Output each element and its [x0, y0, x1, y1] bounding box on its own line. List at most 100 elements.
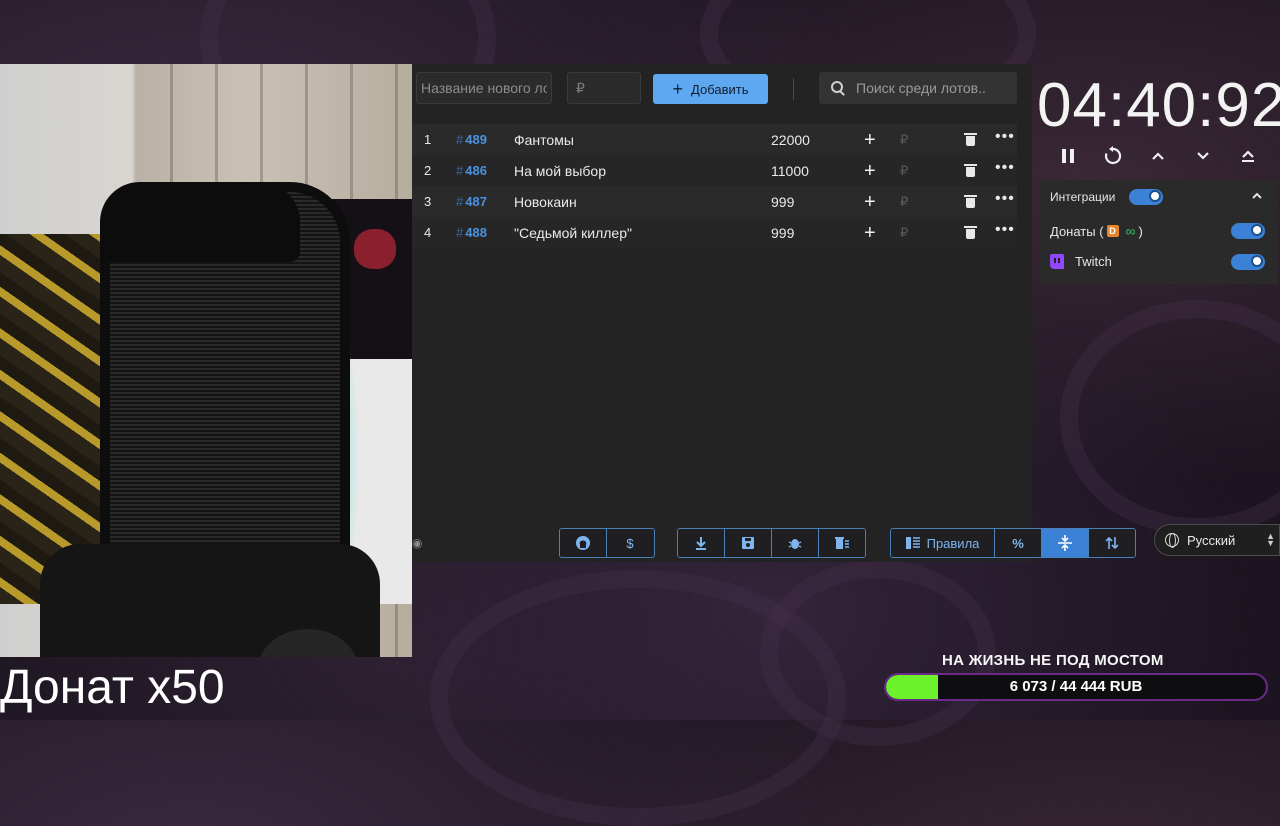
donate-caption: Донат x50 [0, 661, 225, 714]
add-lot-button[interactable]: + Добавить [653, 74, 768, 104]
twitch-integration: Twitch [1050, 254, 1112, 269]
lot-row: 2 #486 На мой выбор 11000 + ₽ ••• [412, 155, 1017, 186]
twitch-toggle[interactable] [1231, 254, 1265, 270]
dollar-icon: $ [626, 535, 634, 551]
collapse-chevron-icon[interactable] [1251, 188, 1263, 202]
lot-title[interactable]: На мой выбор [514, 163, 606, 179]
lot-id[interactable]: #487 [456, 194, 487, 209]
bug-report-button[interactable] [772, 529, 819, 557]
lot-title[interactable]: "Седьмой киллер" [514, 225, 632, 241]
more-options-icon[interactable]: ••• [995, 222, 1015, 238]
new-lot-amount-input[interactable] [567, 72, 641, 104]
lot-id-value: 488 [465, 225, 487, 240]
background-rose [1060, 300, 1280, 536]
trash-icon[interactable] [964, 133, 977, 146]
lot-amount[interactable]: 11000 [771, 163, 809, 179]
hash-icon: # [456, 225, 464, 240]
lot-list: 1 #489 Фантомы 22000 + ₽ ••• 2 #486 На м… [412, 124, 1017, 248]
lot-number: 2 [424, 163, 432, 178]
lot-amount[interactable]: 999 [771, 194, 794, 210]
more-options-icon[interactable]: ••• [995, 160, 1015, 176]
auction-panel: + Добавить 1 #489 Фантомы 22000 + ₽ ••• … [412, 64, 1032, 562]
toolbar-view: Правила % [890, 528, 1136, 558]
donations-label: Донаты ( [1050, 223, 1104, 239]
add-amount-button[interactable]: + [864, 130, 876, 150]
trash-icon[interactable] [964, 164, 977, 177]
add-amount-button[interactable]: + [864, 161, 876, 181]
goal-title: НА ЖИЗНЬ НЕ ПОД МОСТОМ [942, 652, 1164, 669]
github-button[interactable] [560, 529, 607, 557]
donationalerts-icon: D [1106, 225, 1119, 237]
add-amount-button[interactable]: + [864, 223, 876, 243]
pause-button[interactable] [1055, 142, 1081, 170]
hash-icon: # [456, 194, 464, 209]
add-amount-button[interactable]: + [864, 192, 876, 212]
reset-timer-button[interactable] [1100, 142, 1126, 170]
chevron-down-icon [1197, 152, 1209, 160]
download-icon [696, 537, 706, 550]
lot-row: 1 #489 Фантомы 22000 + ₽ ••• [412, 124, 1017, 155]
trash-icon[interactable] [964, 195, 977, 208]
lot-search-box[interactable] [819, 72, 1017, 104]
timer-decrease-button[interactable] [1190, 142, 1216, 170]
hash-icon: # [456, 163, 464, 178]
more-options-icon[interactable]: ••• [995, 129, 1015, 145]
lot-extra-amount-input[interactable]: ₽ [900, 225, 908, 241]
save-button[interactable] [725, 529, 772, 557]
donations-toggle[interactable] [1231, 223, 1265, 239]
more-options-icon[interactable]: ••• [995, 191, 1015, 207]
reset-icon [1104, 146, 1122, 165]
auction-timer: 04:40:92 [1037, 71, 1280, 140]
lot-extra-amount-input[interactable]: ₽ [900, 132, 908, 148]
lot-id[interactable]: #488 [456, 225, 487, 240]
new-lot-name-input[interactable] [416, 72, 552, 104]
rules-icon [905, 537, 920, 549]
lot-extra-amount-input[interactable]: ₽ [900, 163, 908, 179]
divider [793, 78, 794, 100]
compact-view-button[interactable] [1042, 529, 1089, 557]
bug-icon [788, 539, 802, 549]
language-value: Русский [1187, 532, 1236, 548]
lot-row: 4 #488 "Седьмой киллер" 999 + ₽ ••• [412, 217, 1017, 248]
donate-dollar-button[interactable]: $ [607, 529, 653, 557]
eye-icon[interactable]: ◉ [412, 536, 426, 550]
goal-progress-bar: 6 073 / 44 444 RUB [884, 673, 1268, 701]
lot-amount[interactable]: 22000 [771, 132, 810, 148]
clear-lots-button[interactable] [819, 529, 865, 557]
compress-icon [1058, 535, 1072, 551]
rules-label: Правила [926, 535, 980, 551]
timer-controls [1046, 142, 1270, 170]
github-icon [576, 536, 590, 550]
toolbar-file [677, 528, 866, 558]
lot-amount[interactable]: 999 [771, 225, 794, 241]
timer-top-button[interactable] [1235, 142, 1261, 170]
percent-button[interactable]: % [995, 529, 1042, 557]
donations-integration: Донаты ( D ∞ ) [1050, 223, 1143, 239]
sort-button[interactable] [1089, 529, 1135, 557]
lot-number: 3 [424, 194, 432, 209]
globe-icon [1165, 533, 1179, 548]
hash-icon: # [456, 132, 464, 147]
lot-extra-amount-input[interactable]: ₽ [900, 194, 908, 210]
chevron-updown-icon: ▲ ▼ [1266, 531, 1275, 548]
download-button[interactable] [678, 529, 725, 557]
infinity-icon: ∞ [1125, 223, 1136, 239]
integrations-toggle[interactable] [1129, 189, 1163, 205]
trash-icon[interactable] [964, 226, 977, 239]
lot-id[interactable]: #486 [456, 163, 487, 178]
sort-icon [1105, 536, 1119, 550]
lot-id[interactable]: #489 [456, 132, 487, 147]
lot-title[interactable]: Фантомы [514, 132, 574, 148]
lot-number: 4 [424, 225, 432, 240]
lot-id-value: 487 [465, 194, 487, 209]
lot-search-input[interactable] [854, 79, 1008, 97]
timer-increase-button[interactable] [1145, 142, 1171, 170]
goal-progress-text: 6 073 / 44 444 RUB [1009, 678, 1143, 695]
lot-title[interactable]: Новокаин [514, 194, 577, 210]
twitch-label: Twitch [1075, 254, 1112, 269]
webcam-feed [0, 64, 412, 657]
lot-input-bar: + Добавить [412, 72, 1032, 106]
save-icon [742, 537, 754, 549]
rules-button[interactable]: Правила [891, 529, 995, 557]
language-select[interactable]: Русский ▲ ▼ [1154, 524, 1280, 556]
